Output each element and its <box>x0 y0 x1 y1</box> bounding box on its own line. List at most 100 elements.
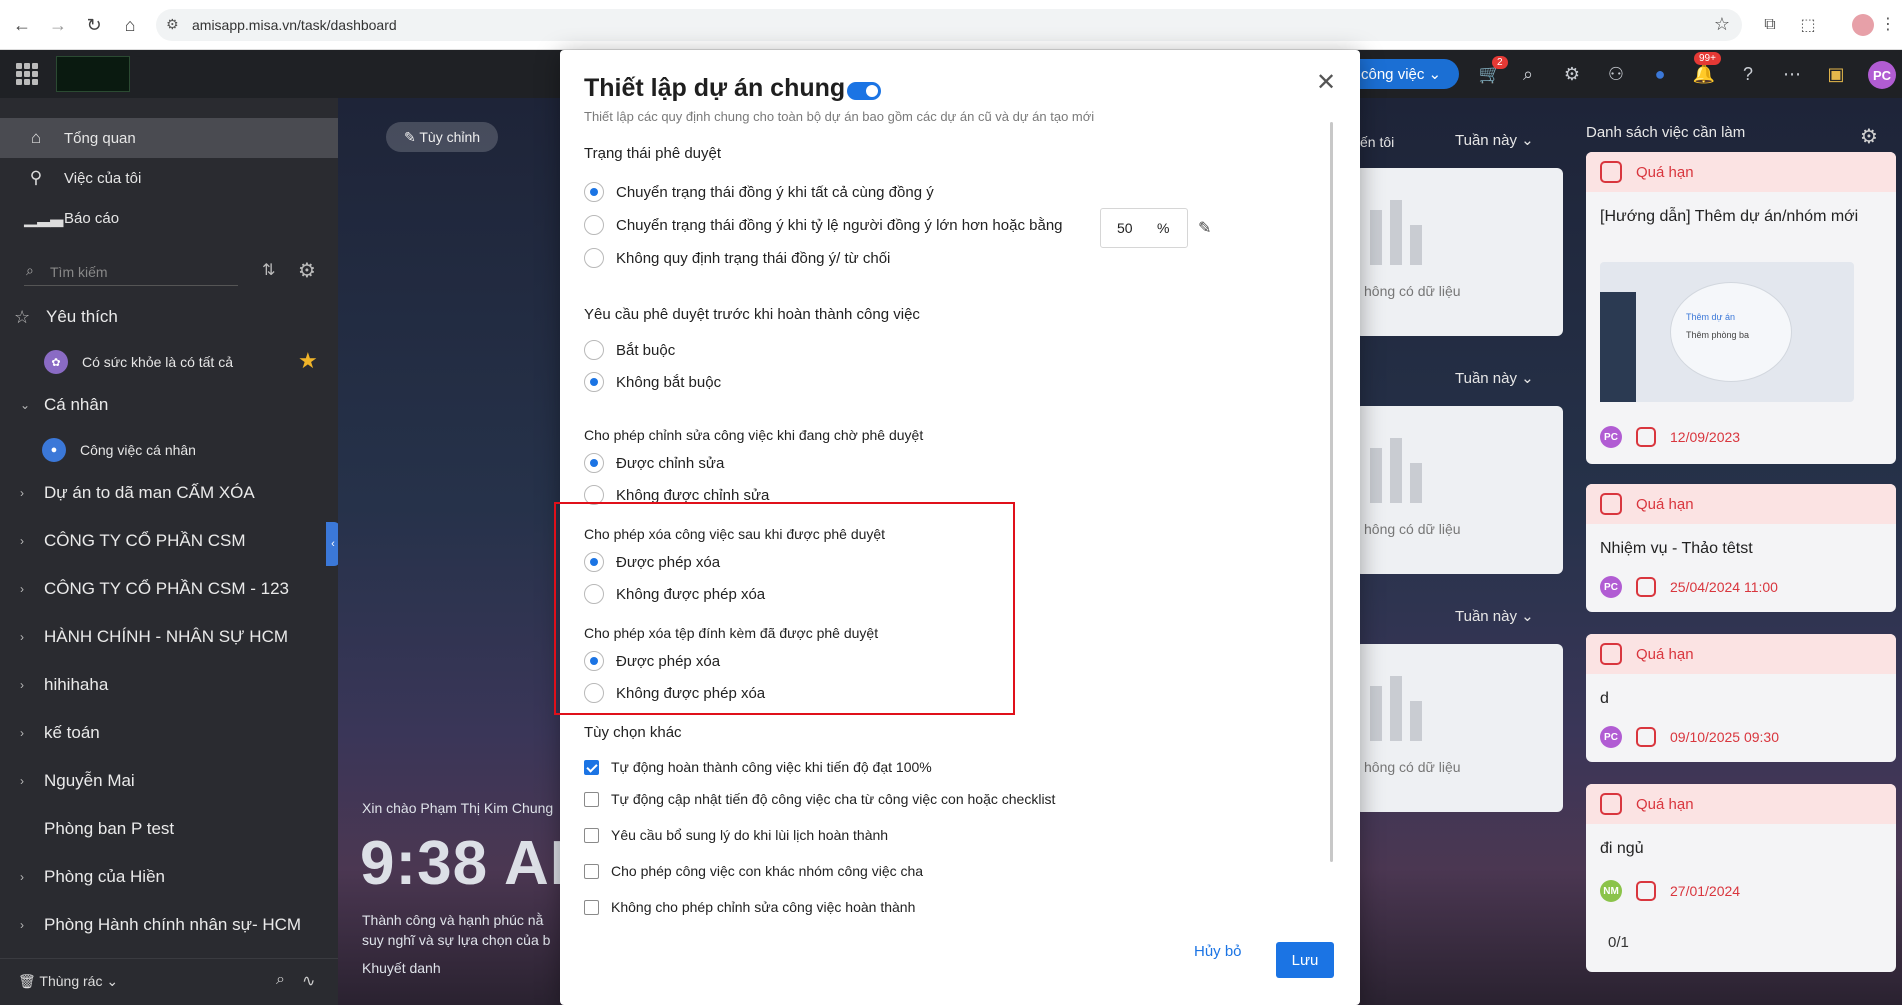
empty-chart-icon <box>1370 438 1422 503</box>
cancel-button[interactable]: Hủy bỏ <box>1194 943 1242 960</box>
radio-button[interactable] <box>584 248 604 268</box>
dialog-title: Thiết lập dự án chung <box>584 74 846 102</box>
guide-image: Thêm dự án Thêm phòng ba <box>1600 262 1854 402</box>
radio-button[interactable] <box>584 182 604 202</box>
bookmark-star-icon[interactable]: ☆ <box>1714 14 1730 35</box>
sidebar-group[interactable]: › Phòng Hành chính nhân sự- HCM <box>0 905 338 945</box>
edit-option-yes[interactable]: Được chỉnh sửa <box>584 453 724 473</box>
todo-title: Danh sách việc cần làm <box>1586 124 1746 141</box>
favorite-star-icon[interactable]: ★ <box>298 348 318 374</box>
calendar-icon <box>1636 577 1656 597</box>
filter-icon[interactable]: ⇅ <box>262 260 275 280</box>
radio-button[interactable] <box>584 453 604 473</box>
sidebar-group[interactable]: › Dự án to dã man CẤM XÓA <box>0 473 338 513</box>
task-date: 12/09/2023 <box>1670 429 1741 445</box>
radio-button[interactable] <box>584 215 604 235</box>
enable-toggle[interactable] <box>847 82 881 100</box>
search-icon[interactable]: ⌕ <box>1516 62 1540 86</box>
task-card[interactable]: Quá hạn Nhiệm vụ - Thảo têtst PC 25/04/2… <box>1586 484 1896 612</box>
sidebar-item-overview[interactable]: ⌂ Tổng quan <box>0 118 338 158</box>
url-text[interactable]: amisapp.misa.vn/task/dashboard <box>192 17 397 33</box>
home-icon[interactable]: ⌂ <box>116 11 144 39</box>
percent-input[interactable]: 50 % <box>1100 208 1188 248</box>
clock-text: 9:38 AI <box>360 829 569 898</box>
sidebar-group[interactable]: › Phòng của Hiền <box>0 857 338 897</box>
puzzle-icon[interactable]: ⬚ <box>1796 13 1820 37</box>
app-launcher-icon[interactable] <box>16 63 38 85</box>
task-card[interactable]: Quá hạn [Hướng dẫn] Thêm dự án/nhóm mới … <box>1586 152 1896 464</box>
require-option-no[interactable]: Không bắt buộc <box>584 372 721 392</box>
help-icon[interactable]: ? <box>1736 62 1760 86</box>
close-icon[interactable]: ✕ <box>1316 68 1336 97</box>
checkbox[interactable] <box>584 827 599 843</box>
highlight-frame <box>554 502 1015 715</box>
activity-icon[interactable]: ∿ <box>302 971 315 991</box>
approval-option-ratio[interactable]: Chuyển trạng thái đồng ý khi tỷ lệ người… <box>584 215 1063 235</box>
sidebar-group[interactable]: Phòng ban P test <box>0 809 338 849</box>
sidebar-settings-icon[interactable]: ⚙ <box>298 258 316 283</box>
browser-profile-avatar[interactable] <box>1852 14 1874 36</box>
overdue-header: Quá hạn <box>1586 784 1896 824</box>
address-bar[interactable]: ⚙ amisapp.misa.vn/task/dashboard ☆ <box>156 9 1742 41</box>
option-lock-completed[interactable]: Không cho phép chỉnh sửa công việc hoàn … <box>584 899 915 915</box>
approval-option-all[interactable]: Chuyển trạng thái đồng ý khi tất cả cùng… <box>584 182 934 202</box>
chevron-right-icon: › <box>20 486 24 500</box>
checkbox[interactable] <box>584 759 599 775</box>
scrollbar[interactable] <box>1330 122 1333 862</box>
checkbox[interactable] <box>584 899 599 915</box>
customize-button[interactable]: ✎ Tùy chỉnh <box>386 122 498 152</box>
more-icon[interactable]: ⋯ <box>1780 62 1804 86</box>
extension-icon[interactable]: ⧉ <box>1758 13 1782 37</box>
trash-button[interactable]: 🗑 Thùng rác ⌄ <box>18 973 118 990</box>
sidebar-group[interactable]: › CÔNG TY CỔ PHẦN CSM <box>0 521 338 561</box>
edit-pencil-icon[interactable]: ✎ <box>1198 218 1211 238</box>
widget-tab[interactable]: ến tôi <box>1360 134 1394 150</box>
user-avatar[interactable]: PC <box>1868 61 1896 89</box>
option-cross-group-subtask[interactable]: Cho phép công việc con khác nhóm công vi… <box>584 863 923 879</box>
forward-arrow-icon[interactable]: → <box>44 11 72 39</box>
sidebar-search-input[interactable]: Tìm kiếm <box>24 258 238 286</box>
radio-button[interactable] <box>584 372 604 392</box>
browser-menu-icon[interactable]: ⋮ <box>1880 14 1896 34</box>
week-selector[interactable]: Tuần này ⌄ <box>1455 131 1534 149</box>
week-selector[interactable]: Tuần này ⌄ <box>1455 607 1534 625</box>
settings-gear-icon[interactable]: ⚙ <box>1560 62 1584 86</box>
favorites-section[interactable]: ☆ Yêu thích <box>0 297 338 337</box>
personal-section[interactable]: ⌄ Cá nhân <box>0 385 338 425</box>
option-auto-complete[interactable]: Tự động hoàn thành công việc khi tiến độ… <box>584 759 932 775</box>
sidebar-item-my-tasks[interactable]: ⚲ Việc của tôi <box>0 158 338 198</box>
radio-button[interactable] <box>584 340 604 360</box>
add-user-icon[interactable]: ⚇ <box>1604 62 1628 86</box>
browser-toolbar: ← → ↻ ⌂ ⚙ amisapp.misa.vn/task/dashboard… <box>0 0 1902 50</box>
save-button[interactable]: Lưu <box>1276 942 1334 978</box>
task-footer: PC 12/09/2023 <box>1600 426 1740 448</box>
require-option-yes[interactable]: Bắt buộc <box>584 340 675 360</box>
chat-icon[interactable]: ● <box>1648 62 1672 86</box>
search-icon[interactable]: ⌕ <box>276 971 285 989</box>
task-card[interactable]: Quá hạn d PC 09/10/2025 09:30 <box>1586 634 1896 762</box>
company-logo[interactable] <box>56 56 130 92</box>
calendar-icon <box>1600 493 1622 515</box>
approval-option-none[interactable]: Không quy định trạng thái đồng ý/ từ chố… <box>584 248 890 268</box>
back-arrow-icon[interactable]: ← <box>8 11 36 39</box>
option-auto-update-progress[interactable]: Tự động cập nhật tiến độ công việc cha t… <box>584 791 1055 807</box>
todo-settings-icon[interactable]: ⚙ <box>1860 124 1878 149</box>
add-task-button[interactable]: công việc ⌄ <box>1345 59 1459 89</box>
notification-bell-icon[interactable]: 🔔 <box>1692 62 1716 86</box>
checkbox[interactable] <box>584 791 599 807</box>
checkbox[interactable] <box>584 863 599 879</box>
personal-task-item[interactable]: ● Công việc cá nhân <box>42 438 196 462</box>
sidebar-group[interactable]: › Nguyễn Mai <box>0 761 338 801</box>
task-card[interactable]: Quá hạn đi ngủ NM 27/01/2024 0/1 <box>1586 784 1896 972</box>
sidebar-group[interactable]: › hihihaha <box>0 665 338 705</box>
favorite-item[interactable]: ✿ Có sức khỏe là có tất cả <box>44 350 233 374</box>
gift-icon[interactable]: ▣ <box>1824 62 1848 86</box>
option-require-reason[interactable]: Yêu cầu bổ sung lý do khi lùi lịch hoàn … <box>584 827 888 843</box>
sidebar-group[interactable]: › kế toán <box>0 713 338 753</box>
sidebar-group[interactable]: › HÀNH CHÍNH - NHÂN SỰ HCM <box>0 617 338 657</box>
week-selector[interactable]: Tuần này ⌄ <box>1455 369 1534 387</box>
reload-icon[interactable]: ↻ <box>80 11 108 39</box>
sidebar-group[interactable]: › CÔNG TY CỔ PHẦN CSM - 123 <box>0 569 338 609</box>
site-info-icon[interactable]: ⚙ <box>166 16 179 33</box>
sidebar-item-reports[interactable]: ▁▂▃ Báo cáo <box>0 198 338 238</box>
